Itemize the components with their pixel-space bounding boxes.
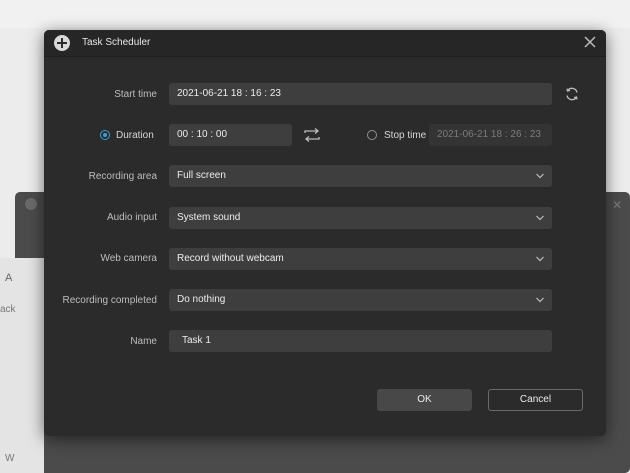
stop-time-label: Stop time: [384, 130, 427, 141]
chevron-down-icon: [536, 173, 544, 179]
cancel-button[interactable]: Cancel: [488, 389, 583, 411]
start-time-value: 2021-06-21 18 : 16 : 23: [177, 88, 281, 99]
recording-completed-label: Recording completed: [62, 295, 158, 306]
background-window-top: [0, 0, 630, 28]
recording-area-value: Full screen: [177, 170, 226, 181]
close-icon[interactable]: [583, 35, 597, 49]
web-camera-select[interactable]: Record without webcam: [169, 248, 552, 270]
title-bar[interactable]: Task Scheduler: [44, 30, 606, 57]
background-close-icon: ✕: [611, 198, 622, 212]
dialog-title: Task Scheduler: [82, 37, 151, 48]
background-text: ack: [0, 304, 16, 315]
background-text: A: [5, 272, 13, 284]
chevron-down-icon: [536, 215, 544, 221]
background-window-icon: [25, 198, 37, 210]
duration-input[interactable]: 00 : 10 : 00: [169, 124, 292, 146]
recording-completed-select[interactable]: Do nothing: [169, 289, 552, 311]
name-label: Name: [130, 336, 157, 347]
web-camera-label: Web camera: [100, 253, 157, 264]
add-circle-icon: [54, 35, 70, 51]
name-input[interactable]: Task 1: [169, 330, 552, 352]
recording-completed-value: Do nothing: [177, 294, 226, 305]
swap-arrows-icon[interactable]: [303, 127, 321, 143]
background-app-panel: A ack W: [0, 258, 44, 473]
audio-input-value: System sound: [177, 212, 241, 223]
chevron-down-icon: [536, 297, 544, 303]
chevron-down-icon: [536, 256, 544, 262]
audio-input-label: Audio input: [106, 212, 157, 223]
duration-label: Duration: [116, 130, 154, 141]
stop-time-value: 2021-06-21 18 : 26 : 23: [437, 129, 541, 140]
audio-input-select[interactable]: System sound: [169, 207, 552, 229]
name-value: Task 1: [182, 335, 211, 346]
refresh-icon[interactable]: [564, 86, 580, 102]
start-time-input[interactable]: 2021-06-21 18 : 16 : 23: [169, 83, 552, 105]
recording-area-label: Recording area: [88, 171, 157, 182]
background-text: W: [5, 453, 15, 464]
duration-value: 00 : 10 : 00: [177, 129, 228, 140]
ok-button[interactable]: OK: [377, 389, 472, 411]
stop-time-radio[interactable]: [367, 130, 377, 140]
stop-time-input[interactable]: 2021-06-21 18 : 26 : 23: [429, 124, 552, 146]
recording-area-select[interactable]: Full screen: [169, 165, 552, 187]
start-time-label: Start time: [114, 89, 157, 100]
web-camera-value: Record without webcam: [177, 253, 284, 264]
duration-radio[interactable]: [100, 130, 110, 140]
task-scheduler-dialog: Task Scheduler Start time 2021-06-21 18 …: [44, 30, 606, 436]
